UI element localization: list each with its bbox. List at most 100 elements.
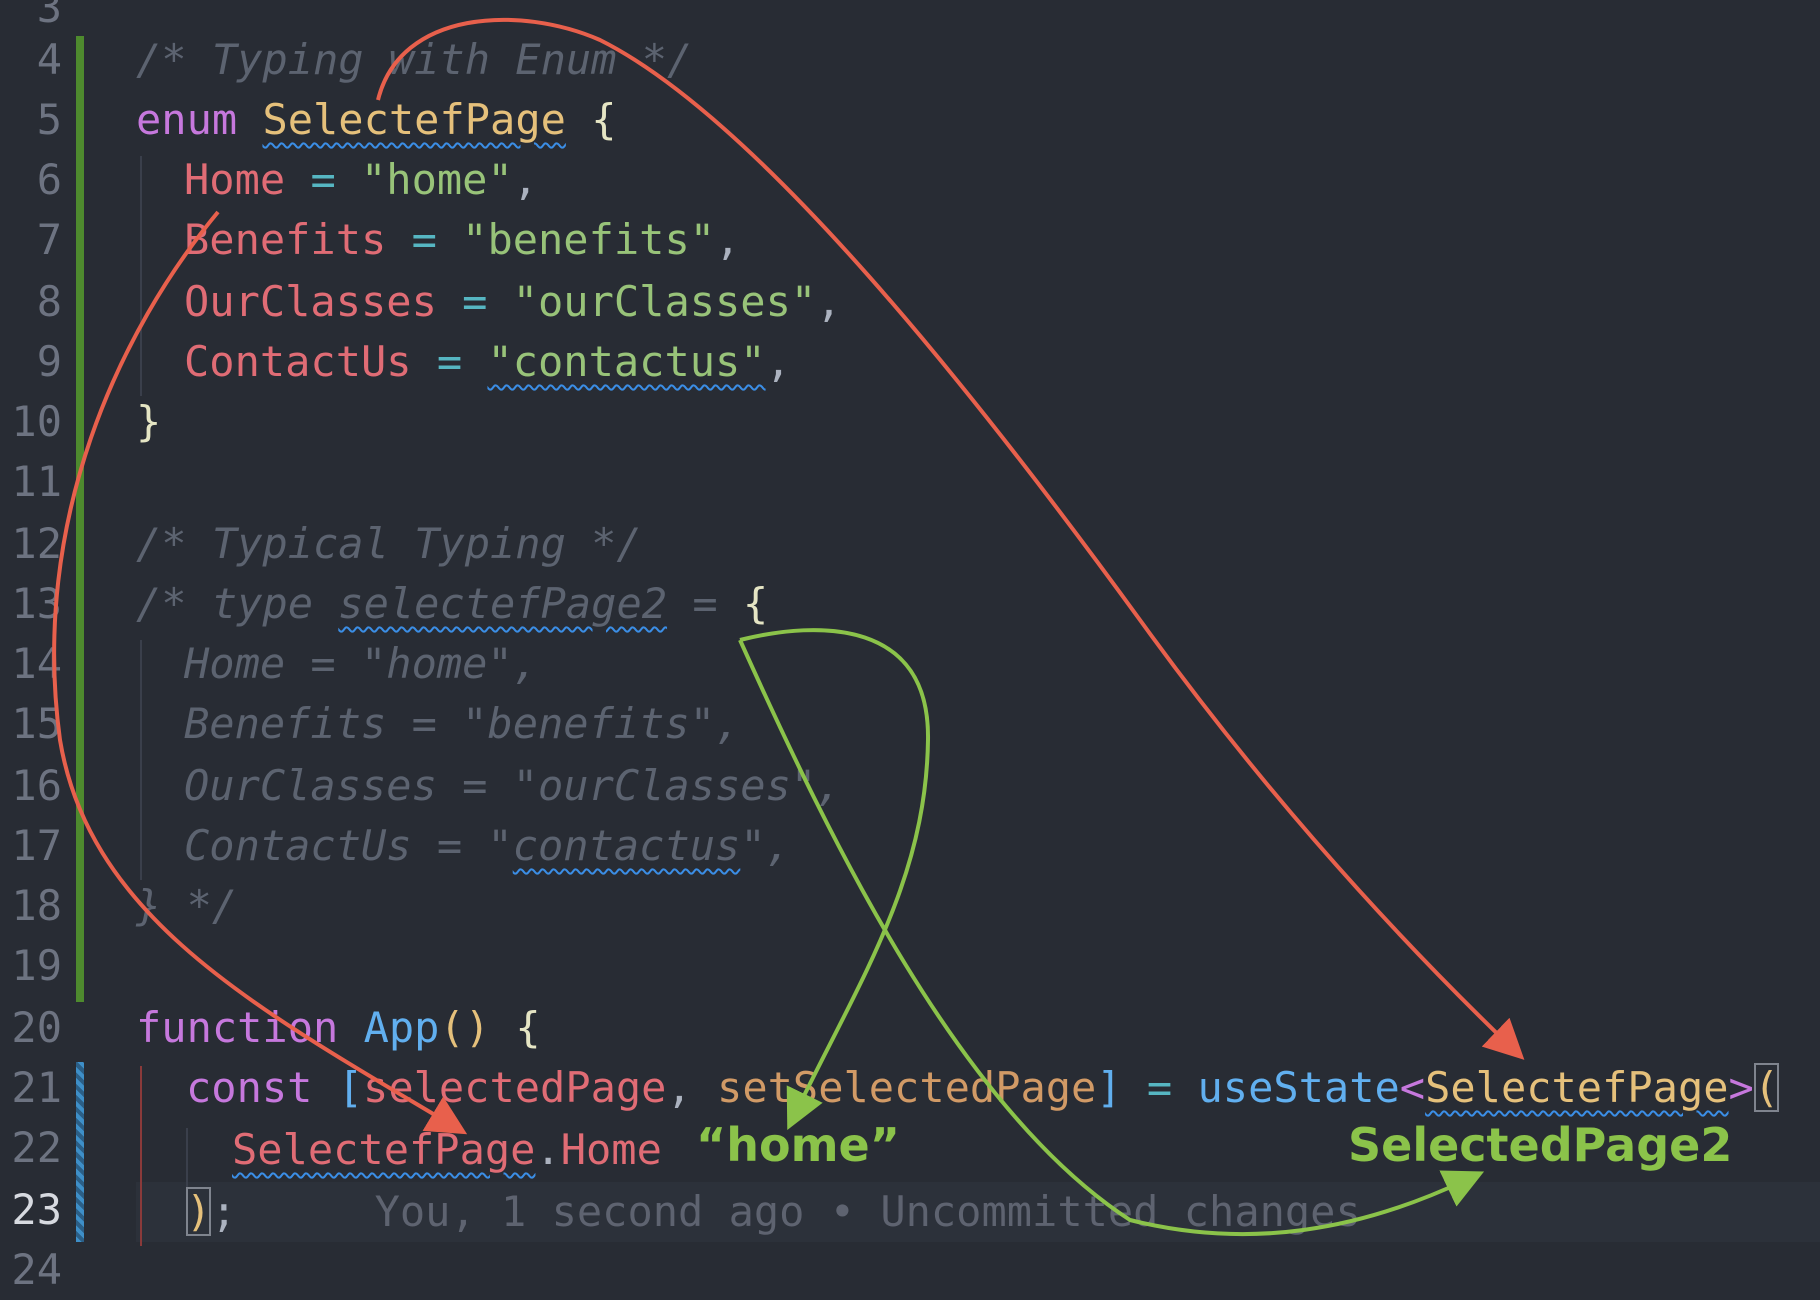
code-line-17: ContactUs = "contactus", [184, 816, 791, 876]
line-number: 18 [11, 881, 62, 930]
comment: /* Typical Typing */ [136, 519, 642, 568]
brace: { [742, 579, 769, 628]
annotation-home: “home” [696, 1118, 900, 1172]
function-name: App [363, 1003, 440, 1052]
code-line-18: } */ [136, 876, 237, 936]
line-number: 20 [11, 1003, 62, 1052]
string: "home" [361, 155, 513, 204]
punctuation: , [816, 277, 842, 326]
line-number: 5 [36, 95, 62, 144]
indent-guide [140, 156, 142, 396]
string: "ourClasses" [512, 277, 817, 326]
code-line-7: Benefits = "benefits", [184, 210, 740, 270]
parentheses: () [439, 1003, 491, 1052]
keyword-enum: enum [136, 95, 238, 144]
punctuation: . [535, 1125, 561, 1174]
code-line-12: /* Typical Typing */ [136, 514, 642, 574]
comment-type-name: selectefPage2 [338, 579, 668, 628]
comment: /* type [136, 579, 339, 628]
bracket: [ [337, 1063, 364, 1112]
indent-guide [140, 640, 142, 880]
code-line-14: Home = "home", [184, 634, 538, 694]
brace: { [591, 95, 617, 144]
line-number: 16 [11, 761, 62, 810]
line-number-active: 23 [11, 1185, 62, 1234]
comment: contactus [512, 821, 741, 870]
comment: Home = "home", [184, 639, 539, 688]
code-editor[interactable]: 3 4 5 6 7 8 9 10 11 12 13 14 15 16 17 18… [0, 0, 1820, 1294]
indent-guide [140, 1066, 142, 1246]
code-line-22: SelectefPage.Home [232, 1120, 662, 1180]
brace: } [136, 397, 162, 446]
enum-member: OurClasses [184, 277, 437, 326]
punctuation: , [512, 155, 539, 204]
code-line-5: enum SelectefPage { [136, 90, 616, 150]
line-number: 14 [11, 639, 62, 688]
comment: } */ [136, 881, 238, 930]
code-line-15: Benefits = "benefits", [184, 694, 740, 754]
string: "contactus" [487, 337, 766, 386]
line-number: 15 [11, 699, 62, 748]
line-number: 9 [36, 337, 62, 386]
line-number: 6 [36, 155, 62, 204]
enum-member: Home [184, 155, 286, 204]
code-line-20: function App() { [136, 998, 541, 1058]
line-number: 24 [11, 1245, 62, 1294]
git-modified-indicator[interactable] [76, 1062, 84, 1242]
code-line-9: ContactUs = "contactus", [184, 332, 791, 392]
comment: Benefits = "benefits", [184, 699, 741, 748]
enum-member: Benefits [184, 215, 387, 264]
punctuation: , [715, 215, 741, 264]
operator: = [285, 155, 362, 204]
line-number: 4 [36, 35, 62, 84]
line-number: 12 [11, 519, 62, 568]
git-added-indicator[interactable] [76, 36, 84, 1002]
variable: selectedPage [363, 1063, 667, 1112]
code-line-10: } [136, 392, 161, 452]
line-number: 19 [11, 941, 62, 990]
matched-paren: ( [1753, 1063, 1780, 1112]
line-number: 10 [11, 397, 62, 446]
comment: ", [740, 821, 791, 870]
line-number: 7 [36, 215, 62, 264]
brace: { [515, 1003, 541, 1052]
operator: = [436, 277, 513, 326]
operator: = [1121, 1063, 1198, 1112]
git-blame-annotation: You, 1 second ago • Uncommitted changes [374, 1187, 1361, 1236]
enum-member-reference: Home [560, 1125, 662, 1174]
comment: OurClasses = "ourClasses", [184, 761, 842, 810]
code-line-23: ); You, 1 second ago • Uncommitted change… [186, 1182, 1361, 1242]
variable: setSelectedPage [717, 1063, 1097, 1112]
type-argument: SelectefPage [1425, 1063, 1729, 1112]
keyword-function: function [136, 1003, 339, 1052]
bracket: ] [1096, 1063, 1122, 1112]
code-line-21: const [selectedPage, setSelectedPage] = … [186, 1058, 1780, 1118]
comment: = [667, 579, 743, 628]
operator: = [411, 337, 488, 386]
function-call: useState [1197, 1063, 1400, 1112]
code-line-16: OurClasses = "ourClasses", [184, 756, 841, 816]
line-number: 8 [36, 277, 62, 326]
punctuation: , [666, 1063, 718, 1112]
line-number: 22 [11, 1123, 62, 1172]
code-line-13: /* type selectefPage2 = { [136, 574, 768, 634]
string: "benefits" [462, 215, 716, 264]
operator: > [1728, 1063, 1754, 1112]
annotation-selected-page2: SelectedPage2 [1348, 1118, 1733, 1172]
comment: /* Typing with Enum */ [136, 35, 693, 84]
enum-reference: SelectefPage [232, 1125, 536, 1174]
code-line-4: /* Typing with Enum */ [136, 30, 692, 90]
keyword-const: const [186, 1063, 313, 1112]
code-line-8: OurClasses = "ourClasses", [184, 272, 841, 332]
punctuation: ; [211, 1187, 237, 1236]
operator: < [1399, 1063, 1426, 1112]
enum-member: ContactUs [184, 337, 412, 386]
enum-name: SelectefPage [262, 95, 566, 144]
code-line-6: Home = "home", [184, 150, 538, 210]
line-number: 17 [11, 821, 62, 870]
line-number: 13 [11, 579, 62, 628]
line-number: 11 [11, 457, 62, 506]
matched-paren: ) [186, 1187, 212, 1236]
comment: ContactUs = " [184, 821, 513, 870]
line-number: 21 [11, 1063, 62, 1112]
